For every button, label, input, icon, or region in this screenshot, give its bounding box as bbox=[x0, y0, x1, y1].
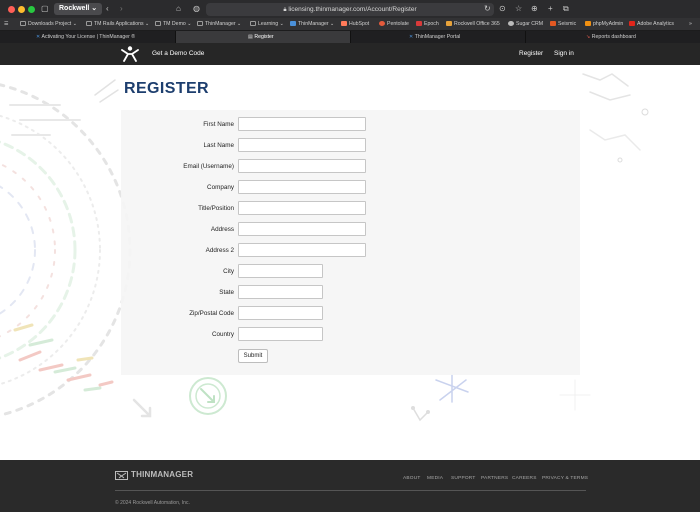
address-bar[interactable]: 🔒︎ licensing.thinmanager.com/Account/Reg… bbox=[206, 3, 494, 16]
tab-thinmanager-portal[interactable]: ✕ ThinManager Portal bbox=[351, 31, 526, 43]
tab-overview-icon[interactable]: ⧉ bbox=[563, 3, 569, 15]
bookmark-sugar-crm[interactable]: Sugar CRM bbox=[508, 18, 543, 31]
tab-reports-dashboard[interactable]: ↘ Reports dashboard bbox=[526, 31, 700, 43]
first-name-input[interactable] bbox=[238, 117, 366, 131]
bookmark-tm-rails[interactable]: TM Rails Applications ⌄ bbox=[86, 18, 149, 31]
phpmyadmin-icon bbox=[585, 21, 591, 26]
thinmanager-footer-logo-icon[interactable] bbox=[115, 471, 128, 480]
bookmarks-overflow-icon[interactable]: » bbox=[689, 18, 692, 31]
new-tab-icon[interactable]: + bbox=[548, 3, 553, 15]
star-icon[interactable]: ☆ bbox=[515, 3, 522, 15]
footer-support-link[interactable]: SUPPORT bbox=[451, 476, 476, 481]
minimize-window-button[interactable] bbox=[18, 6, 25, 13]
bookmark-pentolate[interactable]: Pentolate bbox=[379, 18, 409, 31]
email-input[interactable] bbox=[238, 159, 366, 173]
folder-icon bbox=[250, 21, 256, 26]
lock-icon: 🔒︎ bbox=[283, 7, 287, 13]
profile-label: Rockwell bbox=[59, 5, 90, 12]
folder-icon bbox=[20, 21, 26, 26]
tab-bar: ✕ Activating Your License | ThinManager … bbox=[0, 31, 700, 43]
address-2-input[interactable] bbox=[238, 243, 366, 257]
folder-icon bbox=[86, 21, 92, 26]
sidebar-toggle-icon[interactable]: ▢ bbox=[41, 3, 49, 15]
browser-toolbar: ▢ Rockwell ⌄ ‹ › ⌂ ◍ 🔒︎ licensing.thinma… bbox=[0, 0, 700, 18]
register-link[interactable]: Register bbox=[519, 43, 543, 65]
bookmark-seismic[interactable]: Seismic bbox=[550, 18, 576, 31]
title-position-input[interactable] bbox=[238, 201, 366, 215]
submit-button[interactable]: Submit bbox=[238, 349, 268, 363]
hubspot-icon bbox=[341, 21, 347, 26]
footer-about-link[interactable]: ABOUT bbox=[403, 476, 421, 481]
bookmark-tm-demo[interactable]: TM Demo ⌄ bbox=[155, 18, 192, 31]
extension-icon[interactable]: ⊕ bbox=[531, 3, 538, 15]
epoch-icon bbox=[416, 21, 422, 26]
company-label: Company bbox=[207, 184, 234, 191]
back-icon[interactable]: ‹ bbox=[106, 3, 109, 15]
folder-icon bbox=[197, 21, 203, 26]
bookmark-adobe-analytics[interactable]: Adobe Analytics bbox=[629, 18, 674, 31]
seismic-icon bbox=[550, 21, 556, 26]
zip-input[interactable] bbox=[238, 306, 323, 320]
footer-careers-link[interactable]: CAREERS bbox=[512, 476, 537, 481]
email-label: Email (Username) bbox=[183, 163, 234, 170]
state-label: State bbox=[219, 289, 234, 296]
bookmark-phpmyadmin[interactable]: phpMyAdmin bbox=[585, 18, 623, 31]
site-header bbox=[0, 43, 700, 65]
bookmark-learning[interactable]: Learning ⌄ bbox=[250, 18, 284, 31]
home-icon[interactable]: ⌂ bbox=[176, 3, 181, 15]
get-demo-code-link[interactable]: Get a Demo Code bbox=[152, 43, 204, 65]
bookmark-epoch[interactable]: Epoch bbox=[416, 18, 439, 31]
last-name-input[interactable] bbox=[238, 138, 366, 152]
zoom-window-button[interactable] bbox=[28, 6, 35, 13]
footer-divider bbox=[115, 490, 586, 491]
city-label: City bbox=[223, 268, 234, 275]
address-bar-url: licensing.thinmanager.com/Account/Regist… bbox=[288, 6, 417, 13]
downloads-icon[interactable]: ⊙ bbox=[499, 3, 506, 15]
sign-in-link[interactable]: Sign in bbox=[554, 43, 574, 65]
site-footer bbox=[0, 460, 700, 512]
footer-privacy-terms-link[interactable]: PRIVACY & TERMS bbox=[542, 476, 588, 481]
adobe-icon bbox=[629, 21, 635, 26]
sugar-icon bbox=[508, 21, 514, 26]
bookmark-downloads-project[interactable]: Downloads Project ⌄ bbox=[20, 18, 77, 31]
company-input[interactable] bbox=[238, 180, 366, 194]
forward-icon[interactable]: › bbox=[120, 3, 123, 15]
close-window-button[interactable] bbox=[8, 6, 15, 13]
bookmark-thinmanager-folder[interactable]: ThinManager ⌄ bbox=[197, 18, 241, 31]
reload-icon[interactable]: ↻ bbox=[484, 3, 491, 15]
page-title: REGISTER bbox=[124, 80, 209, 97]
last-name-label: Last Name bbox=[203, 142, 234, 149]
folder-icon bbox=[155, 21, 161, 26]
country-input[interactable] bbox=[238, 327, 323, 341]
office-icon bbox=[446, 21, 452, 26]
thinmanager-icon bbox=[290, 21, 296, 26]
tab-activating-license[interactable]: ✕ Activating Your License | ThinManager … bbox=[0, 31, 176, 43]
footer-brand: THINMANAGER bbox=[131, 470, 194, 479]
footer-partners-link[interactable]: PARTNERS bbox=[481, 476, 508, 481]
bookmark-hubspot[interactable]: HubSpot bbox=[341, 18, 369, 31]
city-input[interactable] bbox=[238, 264, 323, 278]
country-label: Country bbox=[211, 331, 234, 338]
title-position-label: Title/Position bbox=[198, 205, 234, 212]
bookmark-office-365[interactable]: Rockwell Office 365 bbox=[446, 18, 500, 31]
first-name-label: First Name bbox=[203, 121, 234, 128]
thinmanager-logo-icon[interactable] bbox=[121, 45, 139, 63]
address-label: Address bbox=[210, 226, 234, 233]
zip-label: Zip/Postal Code bbox=[189, 310, 234, 317]
copyright-text: © 2024 Rockwell Automation, Inc. bbox=[115, 500, 190, 506]
profile-button[interactable]: Rockwell ⌄ bbox=[54, 3, 103, 15]
bookmarks-sidebar-icon[interactable]: ☰ bbox=[4, 18, 9, 31]
bookmark-thinmanager[interactable]: ThinManager ⌄ bbox=[290, 18, 334, 31]
state-input[interactable] bbox=[238, 285, 323, 299]
pentolate-icon bbox=[379, 21, 385, 26]
bookmarks-bar: ☰ Downloads Project ⌄ TM Rails Applicati… bbox=[0, 18, 700, 31]
footer-media-link[interactable]: MEDIA bbox=[427, 476, 443, 481]
globe-icon[interactable]: ◍ bbox=[193, 3, 200, 15]
address-2-label: Address 2 bbox=[205, 247, 234, 254]
tab-register[interactable]: ▤ Register bbox=[176, 31, 351, 43]
address-input[interactable] bbox=[238, 222, 366, 236]
